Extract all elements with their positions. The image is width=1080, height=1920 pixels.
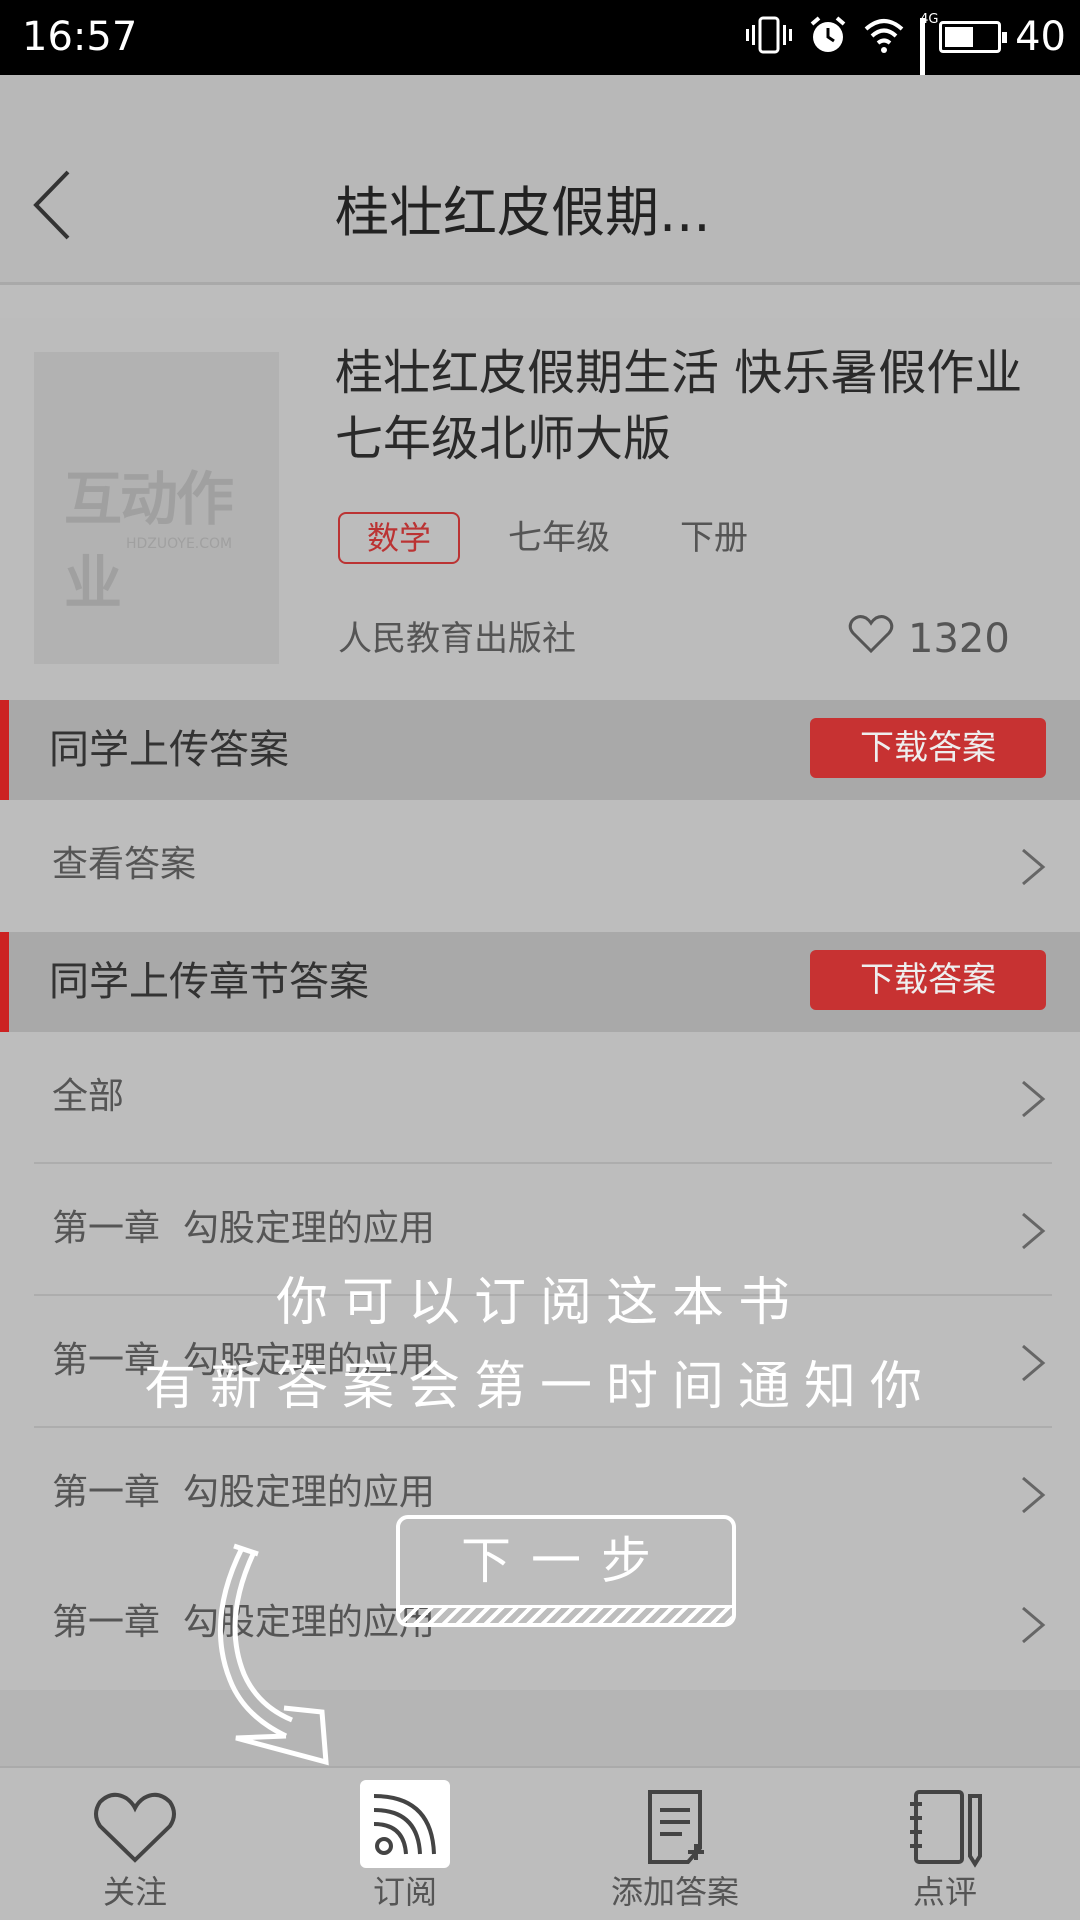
next-step-button[interactable]: 下一步 xyxy=(396,1515,736,1627)
list-item-label: 第一章 勾股定理的应用 xyxy=(52,1208,435,1249)
tab-label: 添加答案 xyxy=(610,1873,739,1911)
guide-arrow-icon xyxy=(200,1540,340,1770)
bottom-tab-bar: 关注 订阅 添加答案 点评 xyxy=(0,1766,1080,1920)
heart-outline-icon xyxy=(848,614,894,664)
content-bottom-spacer xyxy=(0,1690,1080,1766)
page-title: 桂壮红皮假期... xyxy=(335,181,711,244)
guide-text-line1: 你可以订阅这本书 xyxy=(275,1273,804,1333)
status-bar: 16:57 4G 40 xyxy=(0,0,1080,128)
section-header-uploaded-answers: 同学上传答案 下载答案 xyxy=(0,700,1080,800)
chevron-right-icon xyxy=(1020,1476,1046,1514)
like-button[interactable]: 1320 xyxy=(848,615,1010,663)
list-item-view-answers[interactable]: 查看答案 xyxy=(0,800,1080,932)
cell-signal-icon: 4G xyxy=(920,12,938,128)
add-note-icon xyxy=(630,1786,720,1870)
wifi-icon xyxy=(862,15,906,59)
book-cover-image[interactable]: 互动作业 HDZUOYE.COM xyxy=(34,352,279,664)
tab-review[interactable]: 点评 xyxy=(810,1768,1080,1920)
download-answers-button[interactable]: 下载答案 xyxy=(810,950,1046,1010)
section-title: 同学上传章节答案 xyxy=(49,959,369,1005)
button-hatch-decoration xyxy=(400,1605,732,1623)
tab-label: 订阅 xyxy=(372,1873,437,1911)
vibrate-icon xyxy=(744,15,794,59)
publisher-label: 人民教育出版社 xyxy=(338,619,576,659)
battery-level: 40 xyxy=(1015,14,1066,60)
rss-icon xyxy=(360,1780,450,1868)
section-header-chapter-answers: 同学上传章节答案 下载答案 xyxy=(0,932,1080,1032)
list-item-label: 查看答案 xyxy=(52,844,197,885)
battery-icon xyxy=(939,21,1008,53)
chevron-right-icon xyxy=(1020,1606,1046,1644)
section-title: 同学上传答案 xyxy=(49,727,289,773)
next-step-label: 下一步 xyxy=(461,1532,671,1590)
volume-label: 下册 xyxy=(680,518,748,558)
heart-icon xyxy=(90,1786,180,1870)
tab-label: 关注 xyxy=(102,1873,167,1911)
network-type: 4G xyxy=(920,12,939,27)
list-item-label: 第一章 勾股定理的应用 xyxy=(52,1472,435,1513)
tab-label: 点评 xyxy=(912,1873,977,1911)
review-notebook-icon xyxy=(900,1786,990,1870)
status-icons: 4G 40 xyxy=(744,12,1066,128)
subject-badge: 数学 xyxy=(338,512,460,564)
chevron-right-icon xyxy=(1020,1212,1046,1250)
download-answers-button[interactable]: 下载答案 xyxy=(810,718,1046,778)
list-item-label: 全部 xyxy=(52,1076,125,1117)
chevron-right-icon xyxy=(1020,1080,1046,1118)
tab-subscribe[interactable]: 订阅 xyxy=(270,1768,540,1920)
status-time: 16:57 xyxy=(22,14,138,60)
guide-text-line2: 有新答案会第一时间通知你 xyxy=(143,1357,936,1417)
tab-follow[interactable]: 关注 xyxy=(0,1768,270,1920)
chevron-right-icon xyxy=(1020,848,1046,886)
list-item-all[interactable]: 全部 xyxy=(0,1032,1080,1164)
alarm-icon xyxy=(808,15,848,59)
back-arrow-icon[interactable] xyxy=(32,170,72,240)
tab-add-answer[interactable]: 添加答案 xyxy=(540,1768,810,1920)
book-title: 桂壮红皮假期生活 快乐暑假作业七年级北师大版 xyxy=(335,345,1023,467)
cover-logo-url: HDZUOYE.COM xyxy=(126,536,233,552)
grade-label: 七年级 xyxy=(508,518,610,558)
like-count: 1320 xyxy=(908,616,1010,662)
